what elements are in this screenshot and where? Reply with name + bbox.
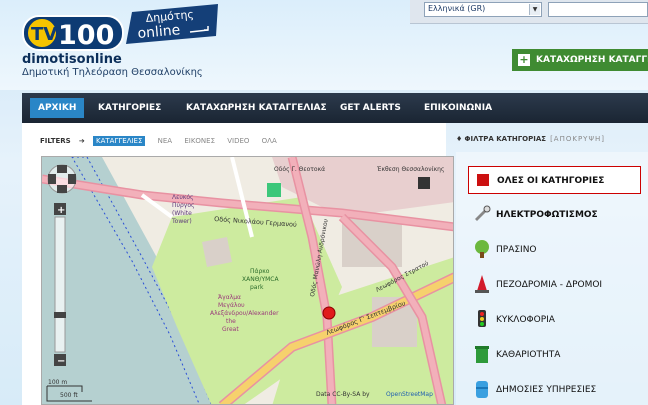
category-label: ΠΡΑΣΙΝΟ bbox=[496, 245, 537, 255]
nav-item-alerts[interactable]: GET ALERTS bbox=[340, 93, 401, 123]
complaint-marker-icon[interactable] bbox=[322, 306, 336, 320]
main-nav: ΑΡΧΙΚΗ ΚΑΤΗΓΟΡΙΕΣ ΚΑΤΑΧΩΡΗΣΗ ΚΑΤΑΓΓΕΛΙΑΣ… bbox=[22, 93, 648, 123]
plus-icon: + bbox=[518, 53, 530, 66]
map-label-statue-4: the bbox=[226, 318, 236, 325]
filter-all[interactable]: ΟΛΑ bbox=[262, 137, 277, 145]
category-filter-header: ♦ ΦΙΛΤΡΑ ΚΑΤΗΓΟΡΙΑΣ [ΑΠΟΚΡΥΨΗ] bbox=[456, 135, 605, 143]
language-select[interactable]: Ελληνικά (GR) ▼ bbox=[424, 2, 542, 17]
traffic-cone-icon bbox=[475, 275, 489, 293]
map-label-tower-1: Λευκός bbox=[172, 194, 194, 201]
pan-control[interactable] bbox=[47, 164, 77, 194]
scale-meters: 100 m bbox=[48, 379, 67, 386]
category-label: ΠΕΖΟΔΡΟΜΙΑ - ΔΡΟΜΟΙ bbox=[496, 280, 603, 290]
map-label-street-theotoka: Οδός Γ. Θεοτοκά bbox=[274, 166, 325, 173]
zoom-in-glyph: + bbox=[57, 205, 65, 216]
hide-filters-link[interactable]: [ΑΠΟΚΡΥΨΗ] bbox=[550, 135, 605, 143]
pan-right-icon[interactable] bbox=[68, 174, 76, 184]
nav-item-home[interactable]: ΑΡΧΙΚΗ bbox=[30, 98, 85, 118]
map-label-expo: Έκθεση Θεσσαλονίκης bbox=[376, 166, 444, 173]
map-label-statue-5: Great bbox=[222, 326, 239, 333]
zoom-slider[interactable]: + − bbox=[54, 203, 66, 367]
arrow-right-icon: ➔ bbox=[78, 137, 85, 145]
main-content: FILTERS ➔ ΚΑΤΑΓΓΕΛΙΕΣ ΝΕΑ ΕΙΚΟΝΕΣ VIDEO … bbox=[22, 123, 454, 405]
pan-left-icon[interactable] bbox=[48, 174, 56, 184]
filter-video[interactable]: VIDEO bbox=[227, 137, 249, 145]
zoom-out-glyph: − bbox=[57, 356, 65, 367]
category-label: ΚΑΘΑΡΙΟΤΗΤΑ bbox=[496, 350, 561, 360]
red-square-icon bbox=[477, 174, 489, 186]
language-bar: Ελληνικά (GR) ▼ bbox=[410, 0, 648, 24]
filters-label: FILTERS bbox=[40, 137, 71, 145]
map-label-statue-3: Αλεξάνδρου/Alexander bbox=[210, 310, 279, 317]
tree-icon bbox=[475, 240, 489, 258]
filter-bar: FILTERS ➔ ΚΑΤΑΓΓΕΛΙΕΣ ΝΕΑ ΕΙΚΟΝΕΣ VIDEO … bbox=[40, 136, 287, 146]
map-label-park-1: Πάρκο bbox=[250, 268, 270, 275]
chevron-down-icon[interactable]: ▼ bbox=[529, 4, 540, 15]
map-label-statue-2: Μεγάλου bbox=[218, 302, 245, 309]
zoom-handle[interactable] bbox=[54, 312, 66, 318]
category-label: ΚΥΚΛΟΦΟΡΙΑ bbox=[496, 315, 555, 325]
pan-up-icon[interactable] bbox=[57, 165, 67, 173]
category-traffic[interactable]: ΚΥΚΛΟΦΟΡΙΑ bbox=[468, 306, 641, 334]
recycle-bin-icon bbox=[475, 346, 489, 363]
report-complaint-button[interactable]: + ΚΑΤΑΧΩΡΗΣΗ ΚΑΤΑΓΓΕΛΙ bbox=[512, 49, 648, 71]
site-header: TV 100 Δημότης online dimotisonline Δημο… bbox=[0, 0, 648, 90]
category-roads[interactable]: ΠΕΖΟΔΡΟΜΙΑ - ΔΡΟΜΟΙ bbox=[468, 271, 641, 299]
logo-number-text: 100 bbox=[58, 20, 114, 51]
category-panel: ΟΛΕΣ ΟΙ ΚΑΤΗΓΟΡΙΕΣ ΗΛΕΚΤΡΟΦΩΤΙΣΜΟΣ ΠΡΑΣΙ… bbox=[456, 152, 648, 405]
category-label: ΔΗΜΟΣΙΕΣ ΥΠΗΡΕΣΙΕΣ bbox=[496, 385, 597, 395]
map-label-park-3: park bbox=[250, 284, 264, 291]
report-button-label: ΚΑΤΑΧΩΡΗΣΗ ΚΑΤΑΓΓΕΛΙ bbox=[536, 55, 648, 65]
category-green[interactable]: ΠΡΑΣΙΝΟ bbox=[468, 236, 641, 264]
nav-item-report[interactable]: ΚΑΤΑΧΩΡΗΣΗ ΚΑΤΑΓΓΕΛΙΑΣ bbox=[186, 93, 327, 123]
traffic-light-icon bbox=[478, 310, 486, 327]
scale-feet: 500 ft bbox=[60, 392, 78, 399]
search-input[interactable] bbox=[548, 2, 648, 17]
category-sidebar: ♦ ΦΙΛΤΡΑ ΚΑΤΗΓΟΡΙΑΣ [ΑΠΟΚΡΥΨΗ] ΟΛΕΣ ΟΙ ΚΑ… bbox=[446, 123, 648, 405]
nav-item-contact[interactable]: ΕΠΙΚΟΙΝΩΝΙΑ bbox=[424, 93, 492, 123]
nav-item-categories[interactable]: ΚΑΤΗΓΟΡΙΕΣ bbox=[98, 93, 161, 123]
category-public-services[interactable]: ΔΗΜΟΣΙΕΣ ΥΠΗΡΕΣΙΕΣ bbox=[468, 376, 641, 404]
layers-icon[interactable] bbox=[418, 177, 430, 189]
map-label-park-2: ΧΑΝΘ/YMCA bbox=[242, 276, 279, 283]
diamond-icon: ♦ bbox=[456, 135, 465, 143]
category-filter-title: ΦΙΛΤΡΑ ΚΑΤΗΓΟΡΙΑΣ bbox=[464, 135, 547, 143]
map-label-statue-1: Άγαλμα bbox=[218, 294, 241, 301]
category-all[interactable]: ΟΛΕΣ ΟΙ ΚΑΤΗΓΟΡΙΕΣ bbox=[468, 166, 641, 194]
map-label-tower-3: (White bbox=[172, 210, 192, 217]
water-barrel-icon bbox=[476, 381, 488, 398]
site-subtitle: Δημοτική Τηλεόραση Θεσσαλονίκης bbox=[22, 67, 203, 78]
light-bulb-icon bbox=[475, 205, 491, 221]
logo-tv-text: TV bbox=[31, 24, 57, 45]
map-canvas[interactable]: Οδός Γ. Θεοτοκά Οδός Νικολάου Γερμανού Ο… bbox=[42, 157, 454, 405]
language-value: Ελληνικά (GR) bbox=[428, 4, 486, 13]
map-view[interactable]: Οδός Γ. Θεοτοκά Οδός Νικολάου Γερμανού Ο… bbox=[41, 156, 454, 405]
pan-down-icon[interactable] bbox=[57, 185, 67, 193]
filter-images[interactable]: ΕΙΚΟΝΕΣ bbox=[184, 137, 215, 145]
filter-complaints[interactable]: ΚΑΤΑΓΓΕΛΙΕΣ bbox=[93, 136, 146, 146]
map-attribution: Data CC-By-SA by bbox=[316, 391, 370, 398]
category-cleaning[interactable]: ΚΑΘΑΡΙΟΤΗΤΑ bbox=[468, 341, 641, 369]
map-label-tower-2: Πύργος bbox=[172, 202, 195, 209]
category-label: ΗΛΕΚΤΡΟΦΩΤΙΣΜΟΣ bbox=[496, 210, 598, 220]
category-lighting[interactable]: ΗΛΕΚΤΡΟΦΩΤΙΣΜΟΣ bbox=[468, 201, 641, 229]
map-label-tower-4: Tower) bbox=[171, 218, 192, 225]
tv100-logo[interactable]: TV 100 Δημότης online bbox=[22, 2, 222, 54]
filter-news[interactable]: ΝΕΑ bbox=[158, 137, 172, 145]
category-label: ΟΛΕΣ ΟΙ ΚΑΤΗΓΟΡΙΕΣ bbox=[497, 176, 605, 186]
osm-link[interactable]: OpenStreetMap bbox=[386, 391, 433, 398]
site-name[interactable]: dimotisonline bbox=[22, 52, 122, 67]
